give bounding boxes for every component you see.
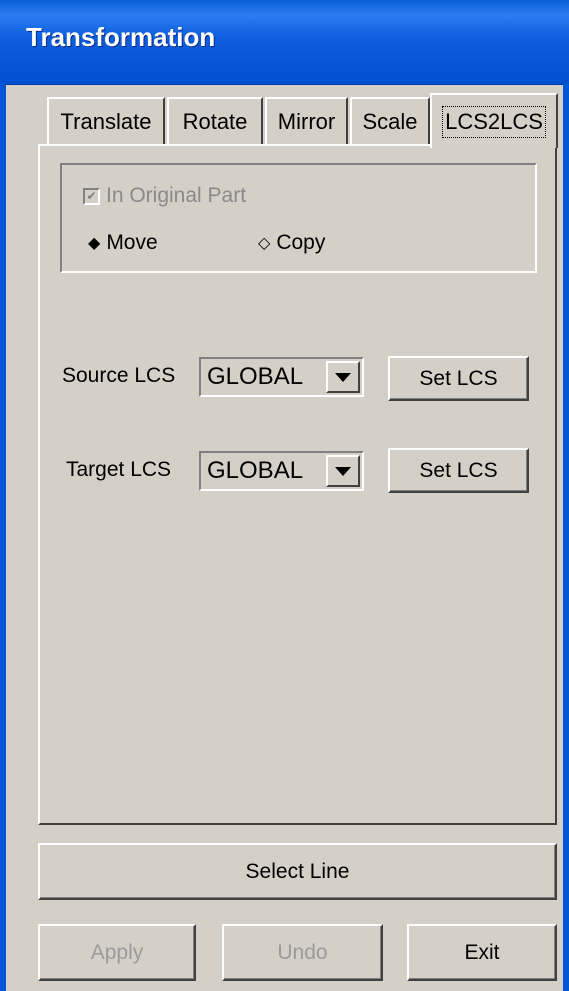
hollow-diamond-icon: ◇ bbox=[258, 235, 271, 252]
title-bar[interactable]: Transformation bbox=[0, 0, 569, 85]
target-set-lcs-button[interactable]: Set LCS bbox=[388, 448, 529, 493]
target-lcs-value: GLOBAL bbox=[207, 457, 304, 484]
exit-button[interactable]: Exit bbox=[407, 924, 557, 981]
chevron-down-icon bbox=[335, 372, 351, 382]
source-lcs-label: Source LCS bbox=[62, 364, 176, 387]
tab-label: Rotate bbox=[182, 109, 248, 134]
move-radio[interactable]: ◆ Move bbox=[88, 231, 158, 255]
source-set-lcs-button[interactable]: Set LCS bbox=[388, 356, 529, 401]
tab-label: Scale bbox=[362, 109, 418, 134]
tab-scale[interactable]: Scale bbox=[350, 97, 430, 145]
select-line-button[interactable]: Select Line bbox=[38, 843, 557, 900]
apply-button[interactable]: Apply bbox=[38, 924, 196, 981]
move-label: Move bbox=[106, 231, 158, 254]
tab-rotate[interactable]: Rotate bbox=[167, 97, 263, 145]
source-lcs-value: GLOBAL bbox=[207, 363, 304, 390]
window-border-right bbox=[563, 84, 569, 991]
in-original-part-label: In Original Part bbox=[106, 184, 247, 207]
copy-radio[interactable]: ◇ Copy bbox=[258, 231, 325, 255]
target-set-lcs-label: Set LCS bbox=[419, 458, 498, 482]
in-original-part-checkbox[interactable]: ✔ In Original Part bbox=[83, 184, 246, 208]
filled-diamond-icon: ◆ bbox=[88, 235, 101, 252]
window-title: Transformation bbox=[26, 22, 216, 52]
checkmark-icon: ✔ bbox=[83, 187, 100, 205]
dropdown-arrow-button[interactable] bbox=[326, 455, 360, 487]
apply-label: Apply bbox=[90, 940, 144, 964]
tab-mirror[interactable]: Mirror bbox=[265, 97, 348, 145]
undo-label: Undo bbox=[277, 940, 328, 964]
source-set-lcs-label: Set LCS bbox=[419, 366, 498, 390]
options-group bbox=[60, 163, 537, 273]
tab-label: Mirror bbox=[277, 109, 336, 134]
undo-button[interactable]: Undo bbox=[222, 924, 383, 981]
chevron-down-icon bbox=[335, 466, 351, 476]
tab-lcs2lcs[interactable]: LCS2LCS bbox=[430, 93, 558, 148]
tab-label: Translate bbox=[60, 109, 152, 134]
source-lcs-select[interactable]: GLOBAL bbox=[199, 357, 364, 397]
tab-label: LCS2LCS bbox=[442, 105, 546, 138]
tab-translate[interactable]: Translate bbox=[47, 97, 165, 145]
select-line-label: Select Line bbox=[245, 859, 350, 883]
target-lcs-select[interactable]: GLOBAL bbox=[199, 451, 364, 491]
copy-label: Copy bbox=[276, 231, 326, 254]
dropdown-arrow-button[interactable] bbox=[326, 361, 360, 393]
window-border-left bbox=[0, 84, 6, 991]
target-lcs-label: Target LCS bbox=[66, 458, 172, 481]
exit-label: Exit bbox=[464, 940, 500, 964]
